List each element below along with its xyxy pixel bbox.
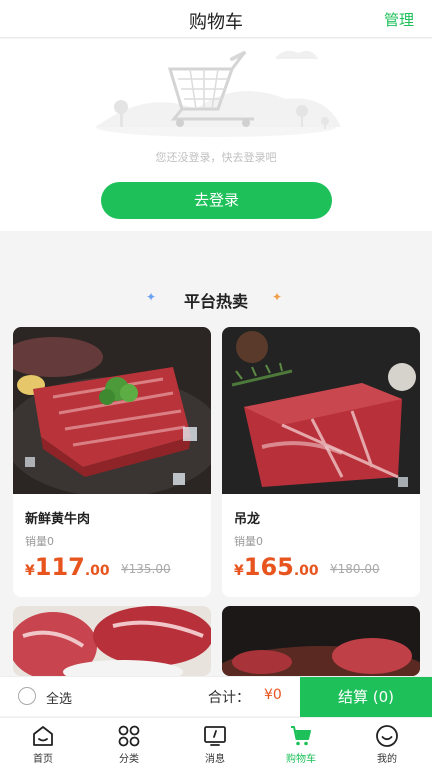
price-integer: 165 — [243, 553, 294, 581]
product-sales: 销量0 — [25, 535, 54, 548]
select-all-label[interactable]: 全选 — [46, 688, 72, 707]
hot-section-title: 平台热卖 — [183, 292, 248, 311]
price-decimal: .00 — [293, 563, 319, 579]
total-label: 合计： — [208, 690, 250, 706]
category-icon — [118, 725, 140, 747]
login-tip: 您还没登录，快去登录吧 — [155, 151, 277, 164]
tab-home[interactable]: 首页 — [0, 718, 86, 768]
product-card[interactable] — [13, 606, 211, 676]
total-value: ¥0 — [264, 687, 282, 703]
original-price: ¥180.00 — [330, 562, 380, 576]
message-icon — [204, 726, 226, 746]
price-decimal: .00 — [84, 563, 110, 579]
empty-cart-panel: 您还没登录，快去登录吧 去登录 — [0, 39, 432, 231]
tab-label: 首页 — [33, 754, 53, 765]
top-header: 购物车 管理 — [0, 0, 432, 38]
sparkle-right-icon: ✦ — [272, 290, 283, 304]
tab-profile[interactable]: 我的 — [344, 718, 430, 768]
checkout-button[interactable]: 结算 (0) — [300, 677, 432, 717]
product-name: 新鲜黄牛肉 — [25, 512, 91, 527]
cart-icon — [291, 726, 311, 746]
product-price: ¥117.00 — [25, 553, 110, 581]
tab-label: 分类 — [119, 754, 139, 765]
price-currency: ¥ — [234, 563, 244, 579]
empty-cart-illustration — [96, 50, 341, 137]
tab-cart[interactable]: 购物车 — [258, 718, 344, 768]
product-name: 吊龙 — [234, 512, 261, 527]
checkout-bar: 全选 合计： ¥0 结算 (0) — [0, 676, 432, 717]
tab-category[interactable]: 分类 — [86, 718, 172, 768]
profile-icon — [376, 725, 398, 747]
product-card[interactable] — [222, 606, 420, 676]
tab-label: 消息 — [205, 754, 225, 765]
product-price: ¥165.00 — [234, 553, 319, 581]
original-price: ¥135.00 — [121, 562, 171, 576]
manage-button[interactable]: 管理 — [384, 9, 414, 30]
price-currency: ¥ — [25, 563, 35, 579]
select-all-radio[interactable] — [18, 687, 36, 705]
bottom-tab-bar: 首页 分类 消息 购物车 我的 — [0, 717, 432, 768]
price-integer: 117 — [34, 553, 85, 581]
product-card[interactable]: 吊龙 销量0 ¥165.00 ¥180.00 — [222, 327, 420, 597]
page-title: 购物车 — [189, 12, 243, 33]
product-image-beef — [13, 327, 211, 494]
product-image-hotpot-beef — [222, 606, 420, 676]
product-image-beef-slices — [13, 606, 211, 676]
home-icon — [33, 726, 53, 746]
product-card[interactable]: 新鲜黄牛肉 销量0 ¥117.00 ¥135.00 — [13, 327, 211, 597]
tab-label: 购物车 — [286, 754, 316, 765]
login-button[interactable]: 去登录 — [101, 182, 332, 219]
product-image-diaolong — [222, 327, 420, 494]
tab-label: 我的 — [377, 754, 397, 765]
tab-message[interactable]: 消息 — [172, 718, 258, 768]
product-sales: 销量0 — [234, 535, 263, 548]
